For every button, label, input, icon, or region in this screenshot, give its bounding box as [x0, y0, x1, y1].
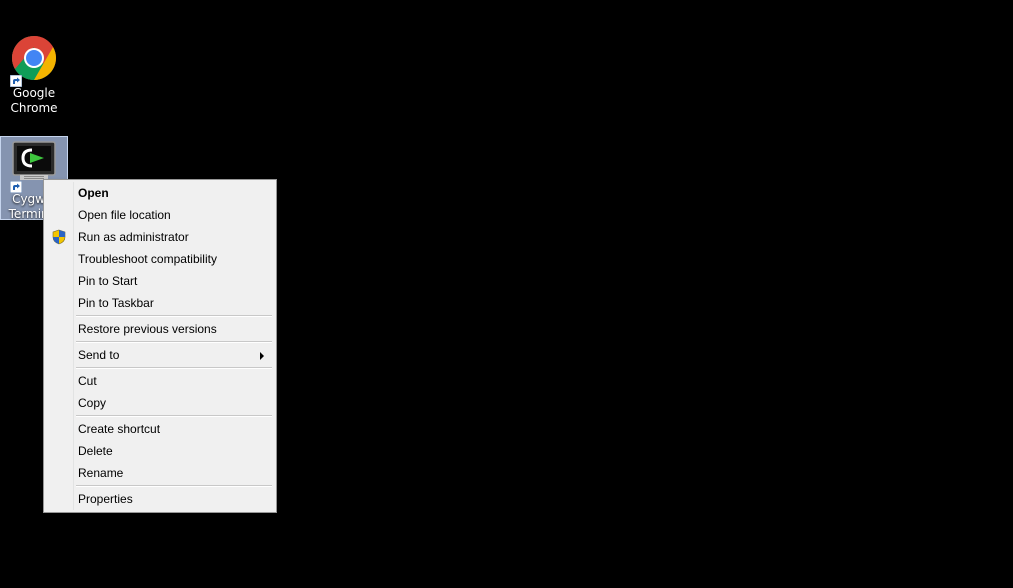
menu-item-label: Pin to Taskbar — [78, 296, 154, 310]
menu-item-label: Properties — [78, 492, 133, 506]
desktop-icon-label: Google Chrome — [10, 86, 58, 115]
uac-shield-icon — [52, 229, 66, 245]
menu-separator — [76, 367, 272, 369]
menu-item-label: Restore previous versions — [78, 322, 217, 336]
submenu-arrow-icon — [260, 352, 264, 360]
menu-item-label: Delete — [78, 444, 113, 458]
menu-item-label: Create shortcut — [78, 422, 161, 436]
menu-item-restore-previous-versions[interactable]: Restore previous versions — [46, 318, 274, 340]
menu-separator — [76, 415, 272, 417]
menu-item-rename[interactable]: Rename — [46, 462, 274, 484]
desktop-icon-google-chrome[interactable]: Google Chrome — [0, 34, 68, 118]
menu-item-pin-to-start[interactable]: Pin to Start — [46, 270, 274, 292]
menu-item-label: Open file location — [78, 208, 171, 222]
chrome-icon — [10, 34, 58, 87]
menu-item-label: Run as administrator — [78, 230, 189, 244]
shortcut-arrow-icon — [10, 181, 22, 193]
menu-item-open[interactable]: Open — [46, 182, 274, 204]
menu-item-cut[interactable]: Cut — [46, 370, 274, 392]
menu-item-create-shortcut[interactable]: Create shortcut — [46, 418, 274, 440]
menu-separator — [76, 315, 272, 317]
menu-item-label: Rename — [78, 466, 124, 480]
menu-item-run-as-administrator[interactable]: Run as administrator — [46, 226, 274, 248]
menu-item-pin-to-taskbar[interactable]: Pin to Taskbar — [46, 292, 274, 314]
menu-item-copy[interactable]: Copy — [46, 392, 274, 414]
desktop: Google Chrome Cygwin Terminal Open Open … — [0, 0, 1013, 588]
menu-item-label: Troubleshoot compatibility — [78, 252, 217, 266]
menu-item-label: Send to — [78, 348, 120, 362]
menu-separator — [76, 485, 272, 487]
menu-item-send-to[interactable]: Send to — [46, 344, 274, 366]
menu-item-label: Pin to Start — [78, 274, 138, 288]
menu-item-label: Cut — [78, 374, 97, 388]
shortcut-arrow-icon — [10, 75, 22, 87]
menu-item-label: Copy — [78, 396, 107, 410]
menu-item-label: Open — [78, 186, 109, 200]
menu-item-properties[interactable]: Properties — [46, 488, 274, 510]
menu-item-troubleshoot-compatibility[interactable]: Troubleshoot compatibility — [46, 248, 274, 270]
menu-item-open-file-location[interactable]: Open file location — [46, 204, 274, 226]
context-menu: Open Open file location Run as administr… — [43, 179, 277, 513]
menu-separator — [76, 341, 272, 343]
menu-item-delete[interactable]: Delete — [46, 440, 274, 462]
